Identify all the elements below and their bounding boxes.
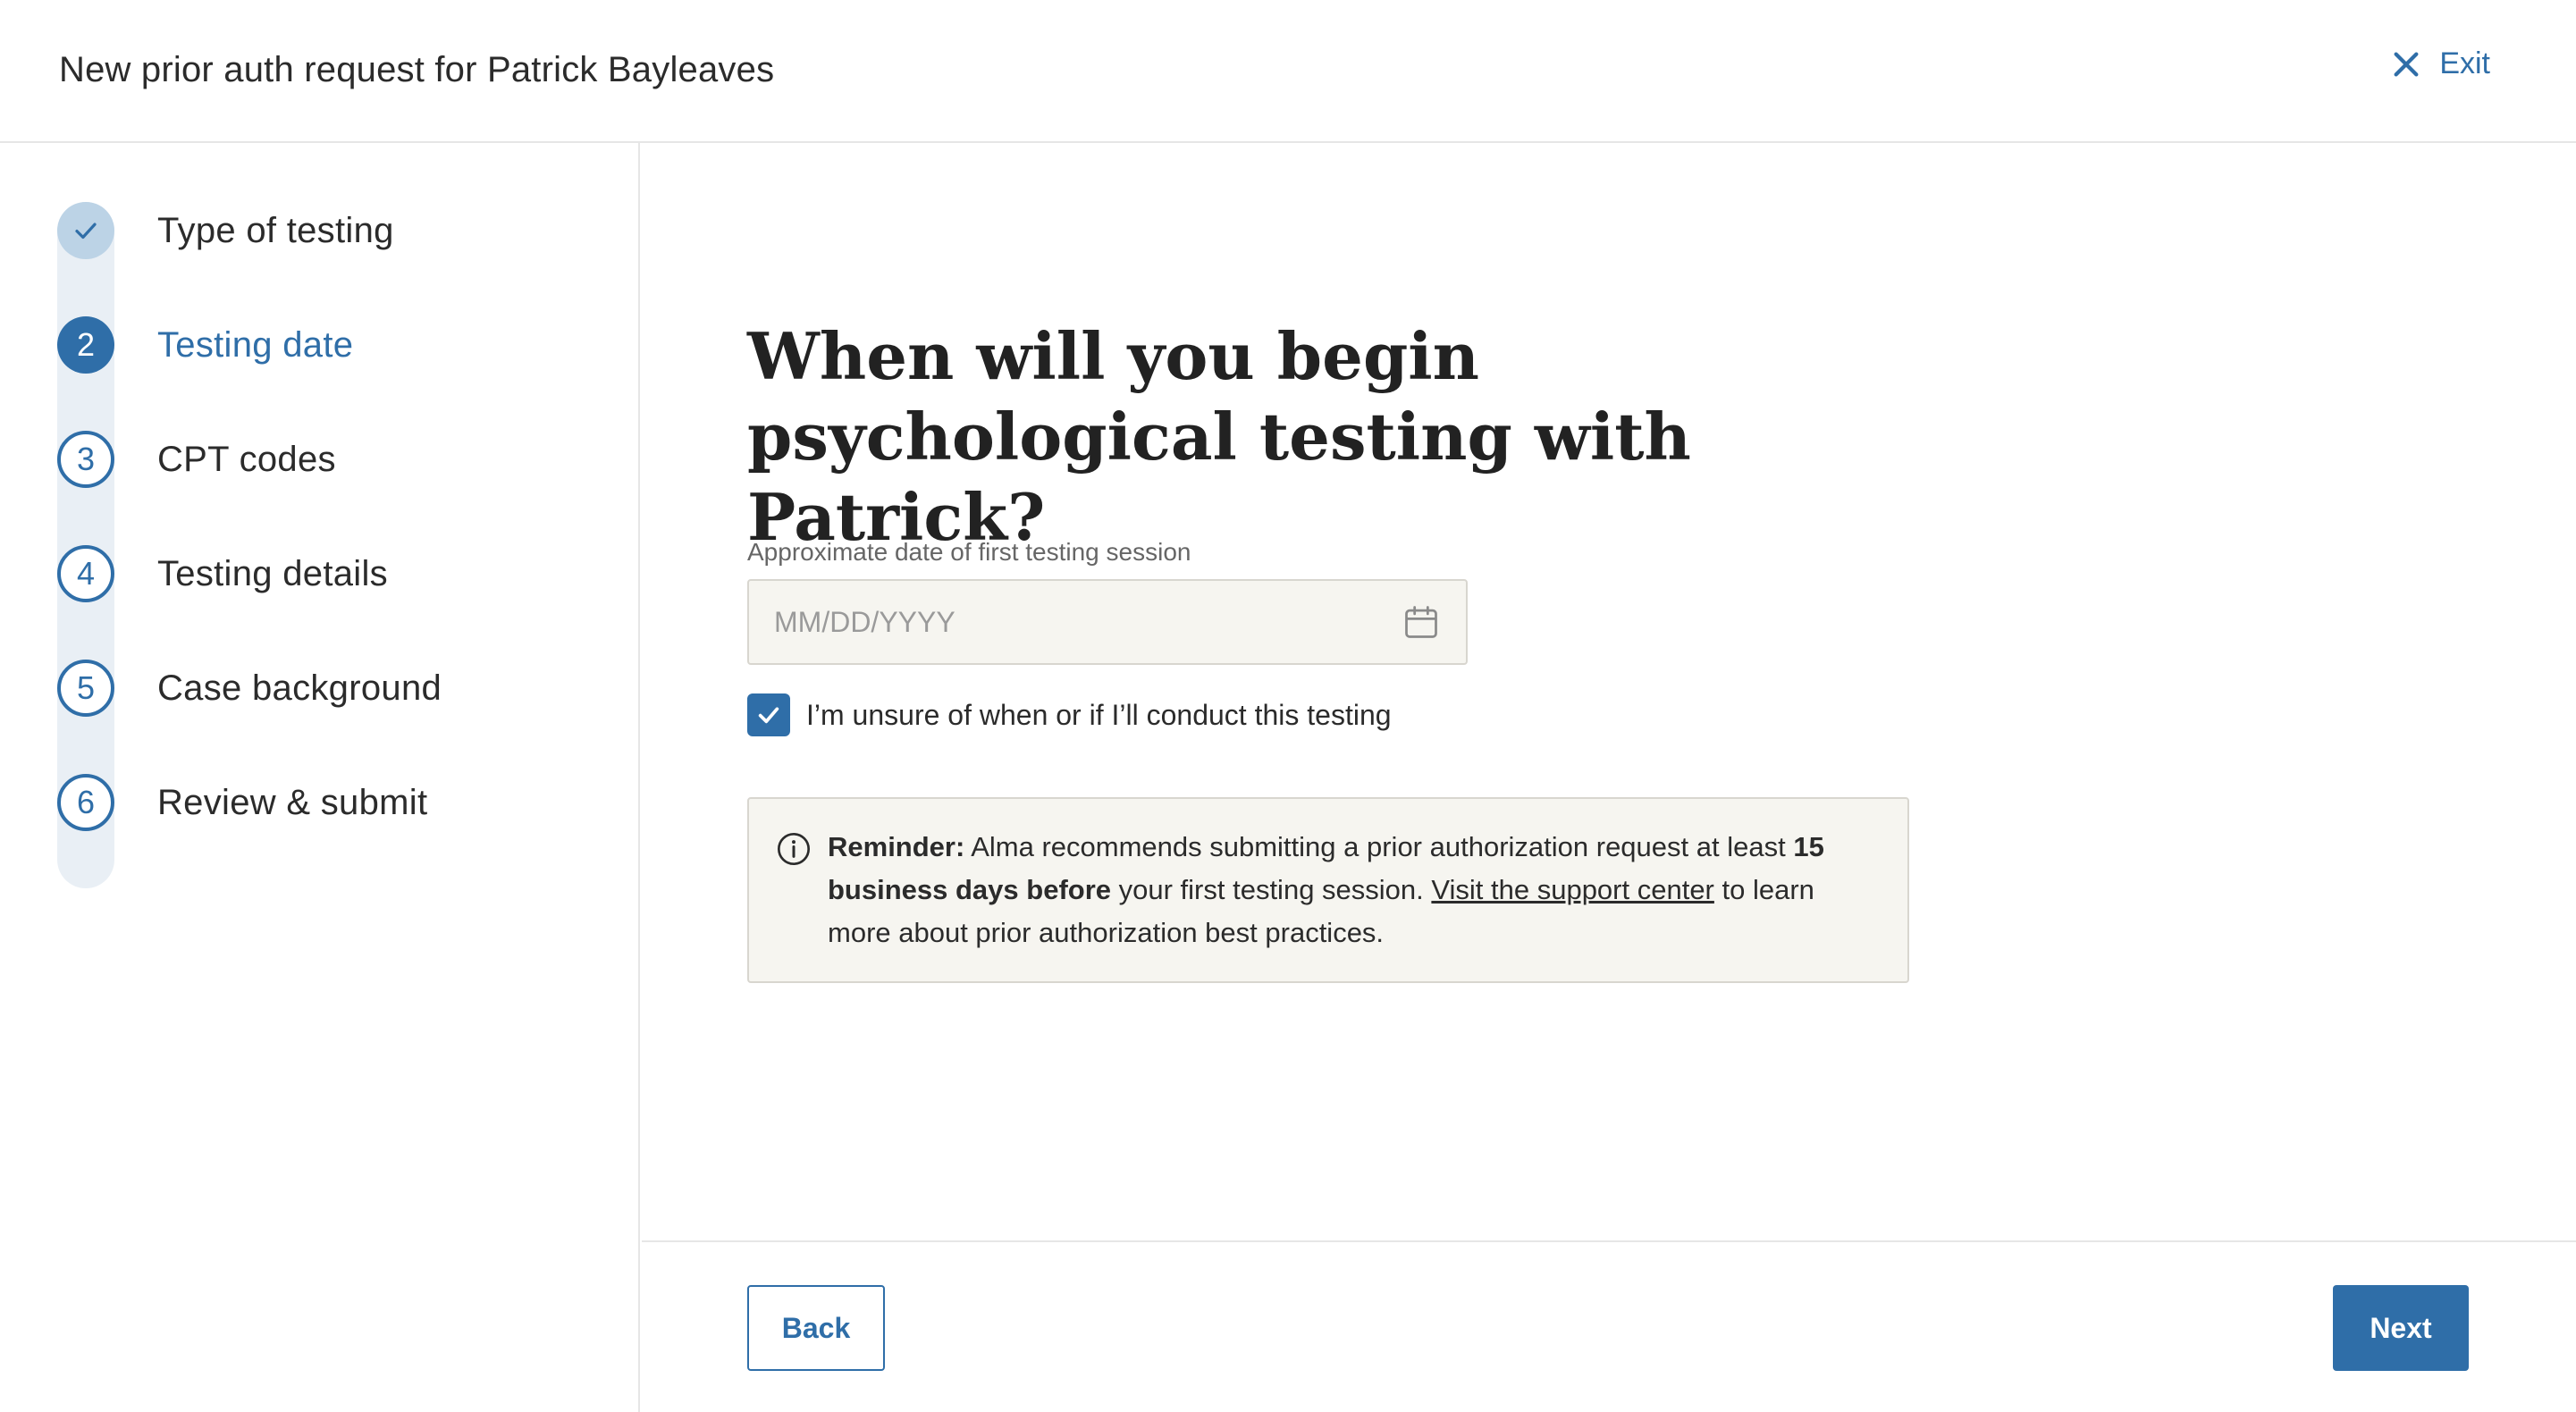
page-title: New prior auth request for Patrick Bayle…	[59, 50, 775, 89]
step-label: Testing date	[157, 324, 354, 365]
calendar-icon[interactable]	[1402, 602, 1441, 642]
step-complete-marker	[57, 202, 114, 259]
checkmark-icon	[75, 223, 97, 240]
unsure-checkbox[interactable]	[747, 693, 790, 736]
back-button[interactable]: Back	[747, 1285, 885, 1371]
date-field	[747, 579, 1468, 665]
step-number-marker: 2	[57, 316, 114, 374]
step-cpt-codes[interactable]: 3 CPT codes	[57, 431, 336, 488]
step-label: Review & submit	[157, 782, 428, 822]
reminder-text-1: Alma recommends submitting a prior autho…	[964, 831, 1794, 862]
step-testing-date[interactable]: 2 Testing date	[57, 316, 353, 374]
step-case-background[interactable]: 5 Case background	[57, 660, 442, 717]
info-icon	[778, 833, 810, 865]
exit-label: Exit	[2439, 46, 2490, 80]
step-number-marker: 5	[57, 660, 114, 717]
step-review-submit[interactable]: 6 Review & submit	[57, 774, 427, 831]
exit-button[interactable]: Exit	[2391, 46, 2490, 81]
step-label: Case background	[157, 668, 442, 708]
footer-actions: Back Next	[642, 1240, 2576, 1412]
step-label: Type of testing	[157, 210, 394, 250]
main-content: When will you begin psychological testin…	[642, 143, 2576, 1412]
date-field-label: Approximate date of first testing sessio…	[747, 538, 1191, 566]
next-button[interactable]: Next	[2333, 1285, 2469, 1371]
close-icon	[2394, 52, 2419, 76]
step-type-of-testing[interactable]: Type of testing	[57, 202, 394, 259]
reminder-text: Reminder: Alma recommends submitting a p…	[828, 831, 1824, 948]
step-label: Testing details	[157, 553, 388, 593]
checkmark-icon	[758, 707, 779, 724]
step-label: CPT codes	[157, 439, 336, 479]
step-number-marker: 3	[57, 431, 114, 488]
support-center-link[interactable]: Visit the support center	[1431, 874, 1714, 905]
step-testing-details[interactable]: 4 Testing details	[57, 545, 388, 602]
question-heading: When will you begin psychological testin…	[747, 318, 1691, 555]
unsure-checkbox-row[interactable]: I’m unsure of when or if I’ll conduct th…	[747, 693, 1392, 736]
unsure-checkbox-label: I’m unsure of when or if I’ll conduct th…	[806, 698, 1392, 731]
reminder-callout: Reminder: Alma recommends submitting a p…	[747, 797, 1909, 983]
date-input[interactable]	[774, 605, 1402, 639]
header: New prior auth request for Patrick Bayle…	[0, 0, 2576, 143]
step-number-marker: 4	[57, 545, 114, 602]
reminder-text-2: your first testing session.	[1111, 874, 1432, 905]
stepper-sidebar: Type of testing 2 Testing date 3 CPT cod…	[0, 143, 640, 1412]
reminder-lead: Reminder:	[828, 831, 965, 862]
step-number-marker: 6	[57, 774, 114, 831]
